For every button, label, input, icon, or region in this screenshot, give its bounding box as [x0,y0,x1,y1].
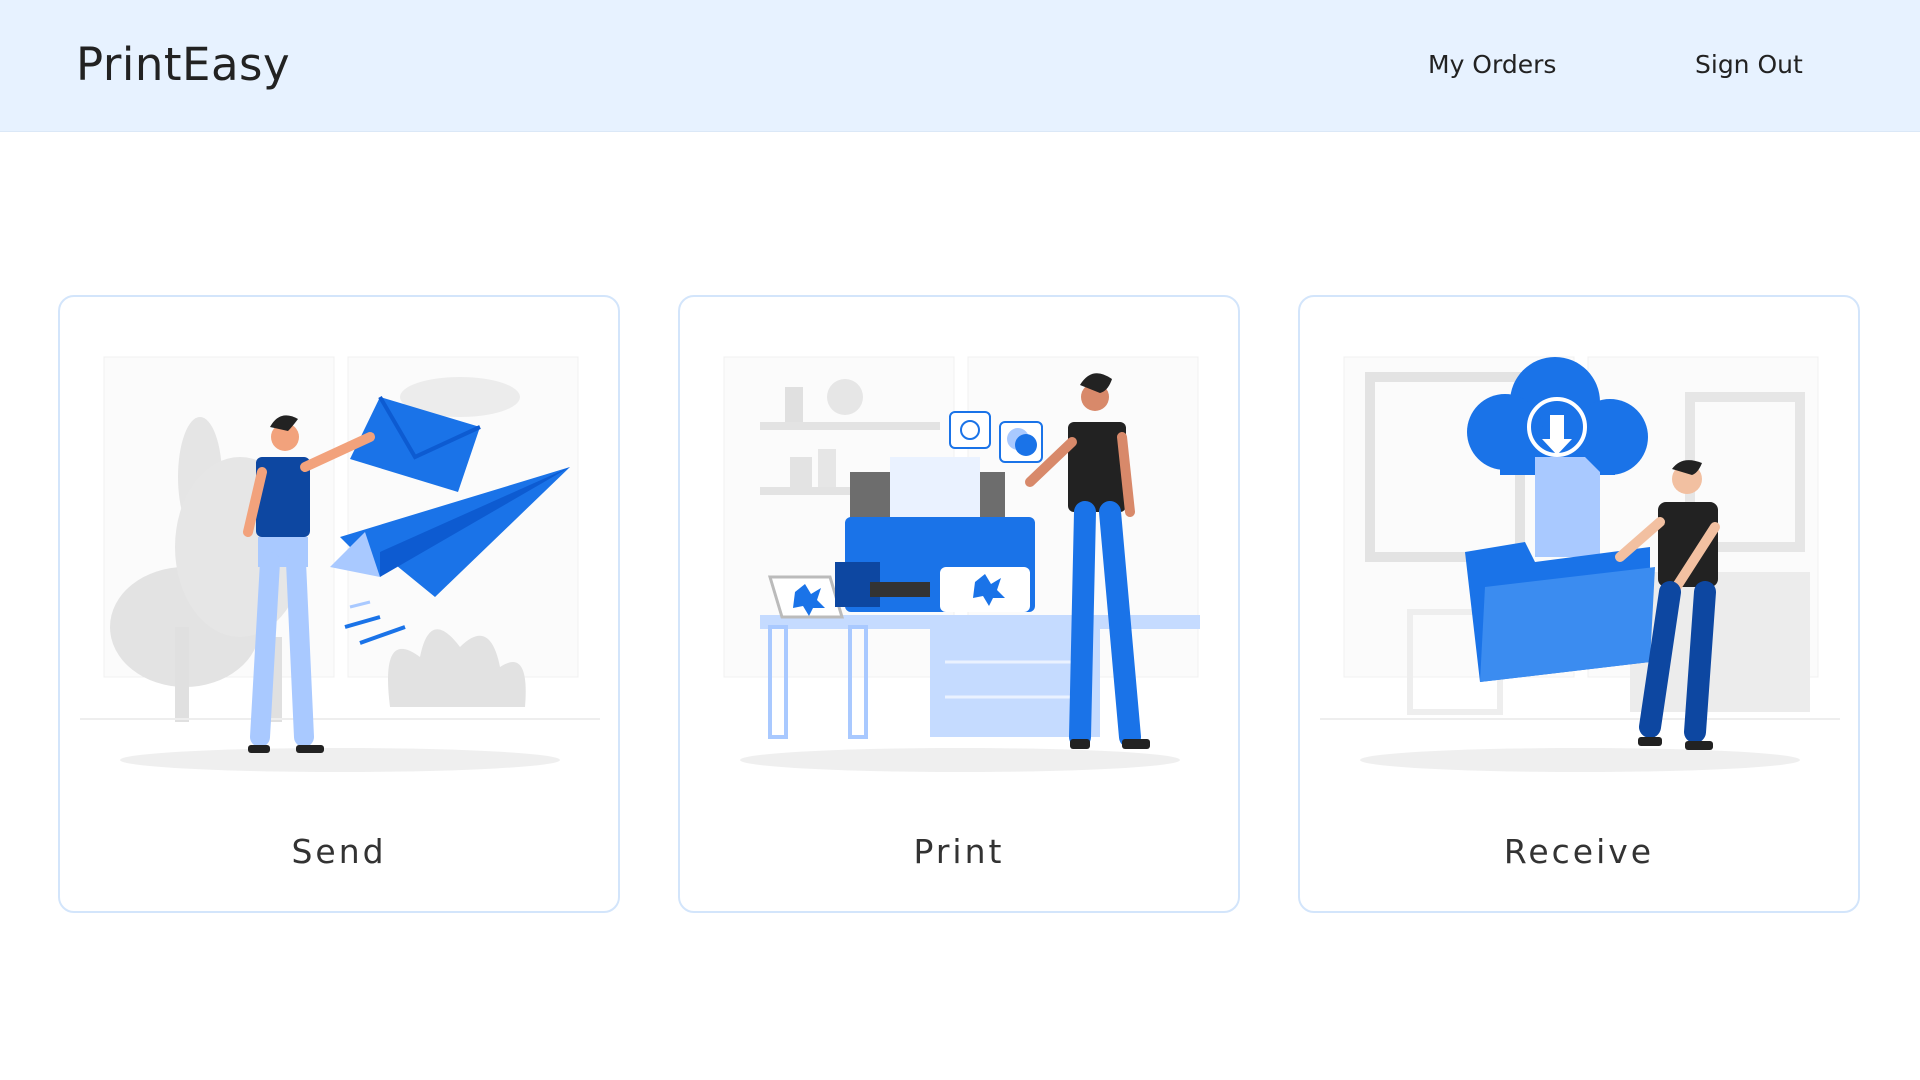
top-navbar: PrintEasy My Orders Sign Out [0,0,1920,132]
my-orders-link[interactable]: My Orders [1428,50,1556,79]
receive-label: Receive [1503,832,1655,871]
print-label: Print [913,832,1005,871]
sign-out-link[interactable]: Sign Out [1695,50,1803,79]
send-card[interactable]: Send [58,295,620,913]
print-card[interactable]: Print [678,295,1240,913]
receive-card[interactable]: Receive [1298,295,1860,913]
receive-illustration [1320,356,1840,772]
print-illustration [723,356,1200,772]
send-label: Send [291,832,387,871]
send-illustration [80,356,600,772]
brand-logo[interactable]: PrintEasy [76,38,290,91]
